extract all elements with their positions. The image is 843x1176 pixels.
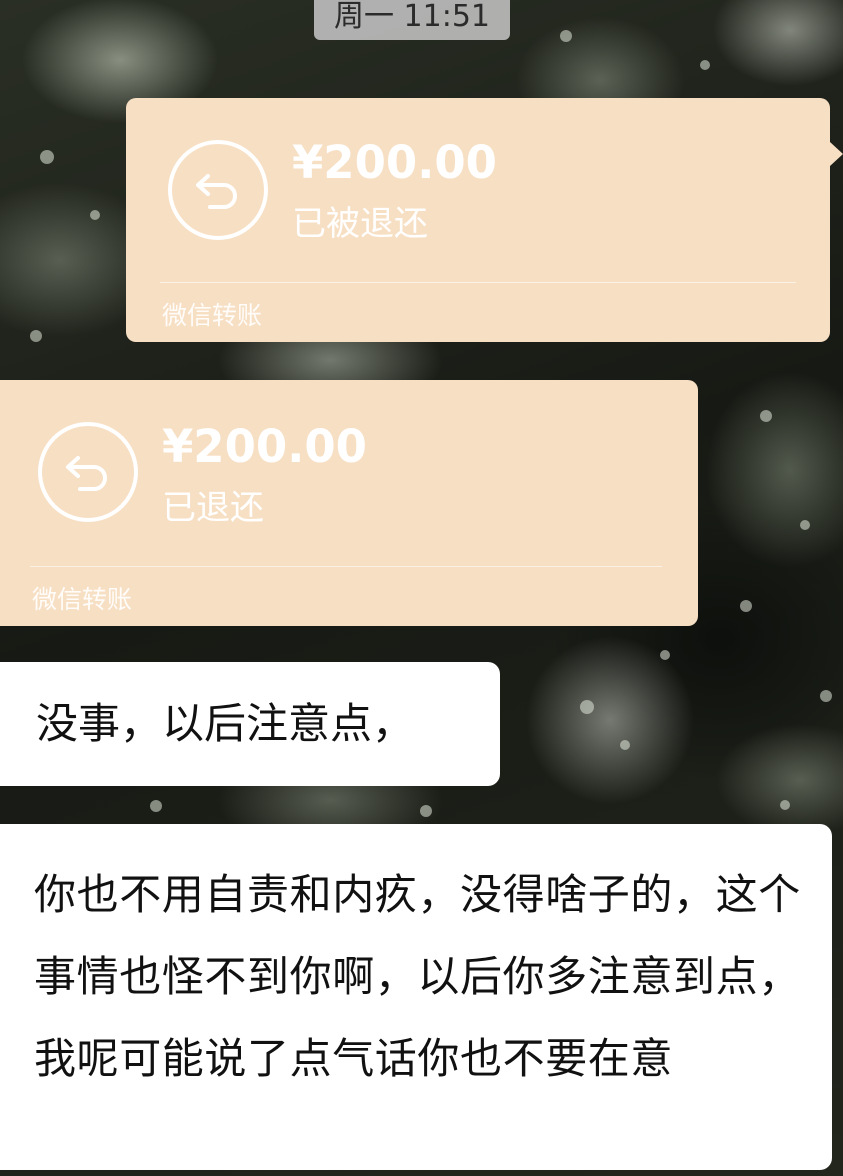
transfer-status: 已被退还 [292, 204, 428, 244]
transfer-divider [30, 566, 662, 567]
transfer-card-refunded[interactable]: ¥200.00 已退还 微信转账 [0, 380, 698, 626]
return-arrow-icon [168, 140, 268, 240]
transfer-status: 已退还 [162, 488, 264, 528]
transfer-amount: ¥200.00 [162, 420, 367, 473]
message-bubble[interactable]: 你也不用自责和内疚，没得啥子的，这个事情也怪不到你啊，以后你多注意到点，我呢可能… [0, 824, 832, 1170]
transfer-amount: ¥200.00 [292, 136, 497, 189]
transfer-footer-label: 微信转账 [162, 301, 263, 330]
transfer-card-returned[interactable]: ¥200.00 已被退还 微信转账 [126, 98, 843, 342]
return-arrow-icon [38, 422, 138, 522]
transfer-divider [160, 282, 796, 283]
message-timestamp: 周一 11:51 [314, 0, 510, 40]
transfer-footer-label: 微信转账 [32, 585, 133, 614]
message-bubble[interactable]: 没事，以后注意点， [0, 662, 500, 786]
